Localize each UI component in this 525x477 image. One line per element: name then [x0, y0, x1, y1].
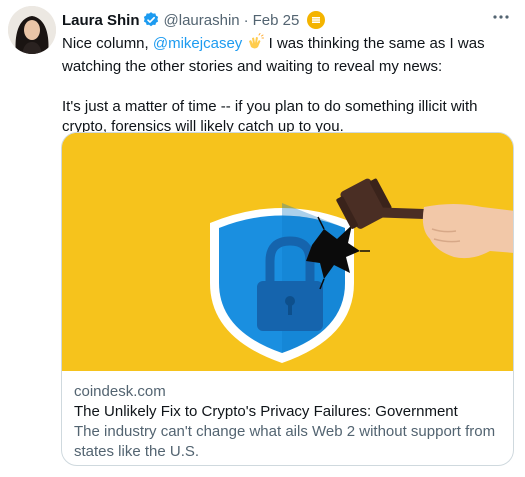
card-description: The industry can't change what ails Web …	[74, 423, 496, 460]
tweet-header: Laura Shin @laurashin · Feb 25	[62, 10, 326, 30]
link-card[interactable]: coindesk.com The Unlikely Fix to Crypto'…	[61, 132, 514, 466]
verified-badge-icon	[142, 11, 160, 29]
shield-gavel-illustration	[62, 133, 513, 371]
tweet-date[interactable]: Feb 25	[253, 12, 300, 29]
clapping-hands-emoji-icon	[246, 33, 265, 57]
card-meta: coindesk.com The Unlikely Fix to Crypto'…	[62, 371, 513, 462]
header-separator: ·	[243, 11, 249, 29]
author-handle[interactable]: @laurashin	[164, 12, 240, 29]
tweet-text-intro: Nice column,	[62, 35, 153, 52]
tweet-paragraph-2: It's just a matter of time -- if you pla…	[62, 98, 478, 135]
avatar-photo	[8, 6, 56, 54]
mention-link[interactable]: @mikejcasey	[153, 35, 242, 52]
tweet-paragraph-1: Nice column, @mikejcasey I was thinking …	[62, 33, 514, 77]
author-avatar[interactable]	[8, 6, 56, 54]
card-title[interactable]: The Unlikely Fix to Crypto's Privacy Fai…	[74, 402, 501, 422]
card-image	[62, 133, 513, 371]
tweet-text: Nice column, @mikejcasey I was thinking …	[62, 33, 514, 137]
author-name[interactable]: Laura Shin	[62, 12, 140, 29]
card-domain: coindesk.com	[74, 383, 166, 400]
coin-emoji-icon	[307, 11, 326, 29]
more-options-icon[interactable]	[487, 6, 515, 28]
